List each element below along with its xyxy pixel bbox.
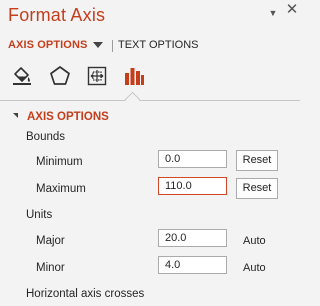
pane-title: Format Axis [8,5,106,25]
size-properties-icon [87,66,107,86]
axis-options-chart-icon [125,68,144,85]
tab-underline [0,100,300,101]
pane-options-button[interactable]: ▼ [266,6,280,20]
effects-tab[interactable] [48,64,72,88]
selected-tab-indicator [124,91,141,108]
minimum-label: Minimum [36,156,83,168]
triangle-down-icon: ▼ [268,8,278,18]
maximum-input[interactable] [158,177,227,195]
minor-auto-label: Auto [243,262,266,274]
bounds-label: Bounds [26,131,66,143]
minor-input[interactable] [158,256,227,274]
axis-options-chart-tab[interactable] [122,64,146,88]
minor-label: Minor [36,262,65,274]
maximum-reset-button[interactable]: Reset [236,178,278,199]
major-label: Major [36,235,65,247]
tab-text-options[interactable]: TEXT OPTIONS [118,39,198,51]
size-properties-tab[interactable] [85,64,109,88]
format-axis-pane: Format Axis ▼ ✕ AXIS OPTIONS TEXT OPTION… [0,0,300,306]
fill-line-tab[interactable] [10,64,34,88]
close-button[interactable]: ✕ [285,1,299,18]
major-input[interactable] [158,229,227,247]
tab-divider [112,40,113,52]
major-auto-label: Auto [243,235,266,247]
close-icon: ✕ [285,1,299,18]
section-title: AXIS OPTIONS [27,111,109,123]
fill-line-icon [13,67,31,85]
minimum-input[interactable] [158,150,227,168]
chevron-down-icon[interactable] [93,42,103,48]
effects-icon [50,66,70,85]
maximum-label: Maximum [36,183,86,195]
tab-axis-options[interactable]: AXIS OPTIONS [8,39,87,51]
collapse-triangle-icon [13,113,18,118]
minimum-reset-button[interactable]: Reset [236,150,278,171]
horizontal-axis-crosses-label: Horizontal axis crosses [26,288,145,300]
units-label: Units [26,209,53,221]
